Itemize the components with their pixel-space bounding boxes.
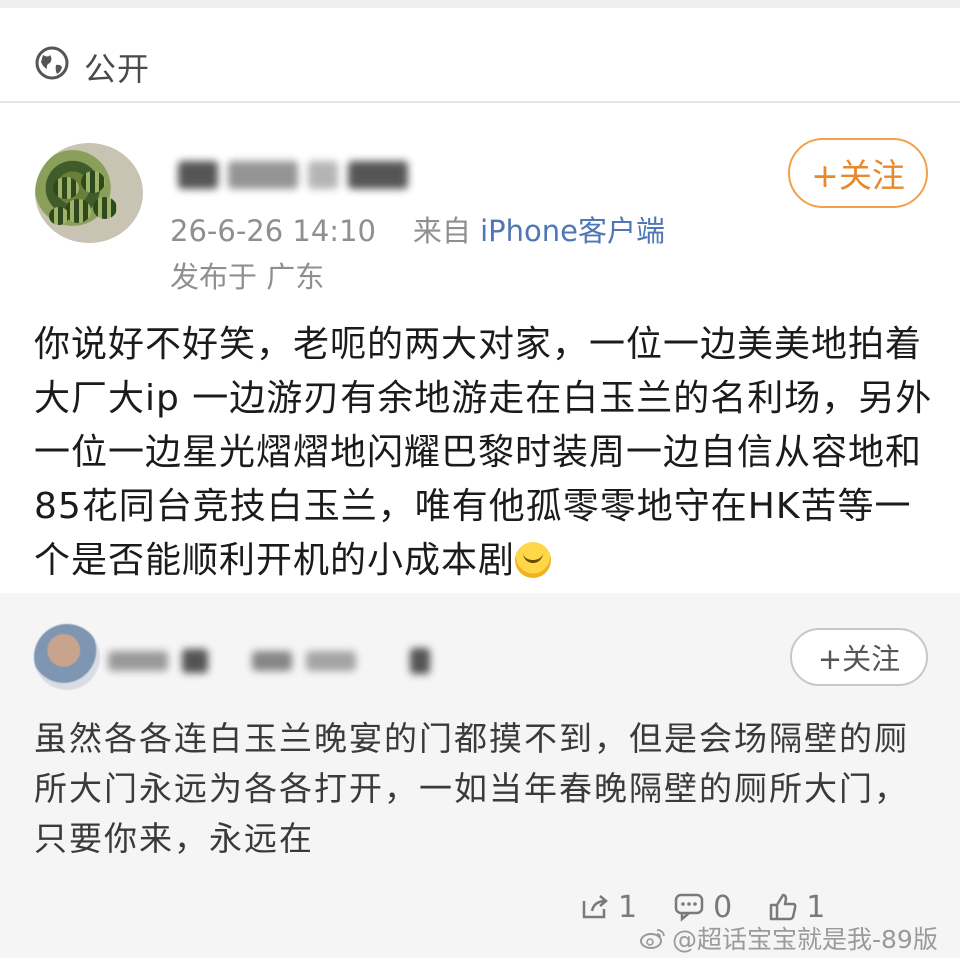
visibility-row[interactable]: 公开 bbox=[0, 8, 960, 102]
visibility-label: 公开 bbox=[84, 50, 151, 88]
watermark-text: @超话宝宝就是我-89版 bbox=[672, 925, 938, 954]
post-client-link[interactable]: iPhone客户端 bbox=[480, 214, 665, 248]
comment-icon bbox=[674, 893, 704, 922]
post-location: 发布于 广东 bbox=[170, 260, 325, 294]
share-icon bbox=[582, 895, 608, 919]
top-strip bbox=[0, 0, 960, 8]
post-source-prefix: 来自 bbox=[412, 214, 471, 248]
repost-follow-button[interactable]: +关注 bbox=[790, 628, 928, 686]
divider bbox=[0, 101, 960, 103]
watermark: @超话宝宝就是我-89版 bbox=[640, 920, 938, 956]
thumbs-up-icon bbox=[769, 893, 797, 921]
username-blurred[interactable] bbox=[178, 158, 408, 192]
weibo-logo-icon bbox=[640, 929, 665, 949]
share-count: 1 bbox=[618, 889, 638, 925]
post-meta: 26-6-26 14:10 来自 iPhone客户端 bbox=[170, 208, 665, 250]
globe-icon bbox=[35, 46, 69, 80]
avatar[interactable] bbox=[35, 143, 143, 243]
repost-avatar[interactable] bbox=[34, 624, 100, 690]
post-text-body: 你说好不好笑，老呃的两大对家，一位一边美美地拍着大厂大ip 一边游刃有余地游走在… bbox=[34, 324, 933, 581]
crying-laughing-emoji-icon bbox=[515, 542, 552, 578]
post-text: 你说好不好笑，老呃的两大对家，一位一边美美地拍着大厂大ip 一边游刃有余地游走在… bbox=[34, 318, 934, 588]
repost-username-blurred[interactable] bbox=[108, 648, 430, 674]
follow-button[interactable]: +关注 bbox=[788, 138, 928, 208]
post-time: 26-6-26 14:10 bbox=[170, 214, 376, 248]
repost-text: 虽然各各连白玉兰晚宴的门都摸不到，但是会场隔壁的厕所大门永远为各各打开，一如当年… bbox=[34, 719, 909, 858]
share-button[interactable]: 1 bbox=[580, 890, 637, 925]
